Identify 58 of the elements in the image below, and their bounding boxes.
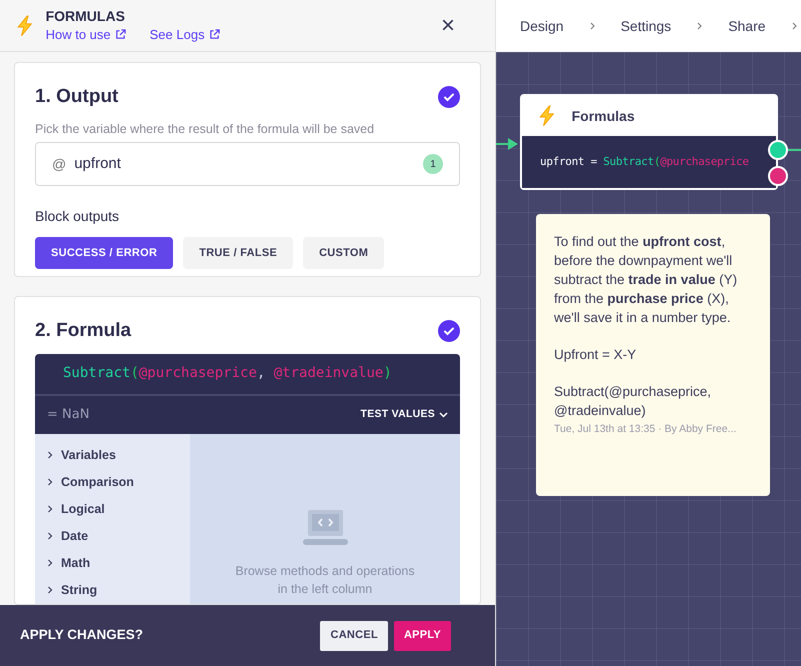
- outputs-label: Block outputs: [35, 207, 120, 226]
- chevron-icon: [47, 478, 53, 486]
- chevron-icon: [47, 532, 53, 540]
- chevron-icon: [47, 505, 53, 513]
- help-link[interactable]: How to use: [46, 24, 126, 44]
- category-item[interactable]: Variables: [35, 442, 190, 468]
- formula-node[interactable]: Formulas upfront = Subtract(@purchaseprice: [520, 94, 778, 190]
- chevron-icon: [47, 586, 53, 594]
- category-item[interactable]: Logical: [35, 496, 190, 522]
- connector-line: [788, 149, 801, 151]
- lightning-icon: [538, 105, 556, 127]
- cancel-button[interactable]: CANCEL: [320, 620, 388, 650]
- close-button[interactable]: ×: [440, 14, 455, 38]
- node-title: Formulas: [572, 106, 635, 126]
- laptop-code-icon: [302, 510, 348, 546]
- apply-question: APPLY CHANGES?: [20, 626, 144, 644]
- section-hint: Pick the variable where the result of the formula will be saved: [35, 120, 376, 138]
- note-text: Subtract(@purchaseprice, @tradeinvalue): [554, 383, 712, 420]
- chevron-icon: [590, 22, 595, 30]
- apply-button[interactable]: APPLY: [394, 620, 451, 650]
- error-port[interactable]: [768, 166, 788, 186]
- category-item[interactable]: Comparison: [35, 468, 190, 496]
- help-link[interactable]: See Logs: [150, 24, 220, 44]
- chevron-icon: [47, 559, 53, 567]
- variable-value: upfront: [74, 154, 122, 174]
- external-link-icon: [114, 29, 126, 40]
- at-sign: @: [52, 154, 66, 174]
- output-option[interactable]: SUCCESS / ERROR: [35, 237, 174, 270]
- chevron-icon: [47, 451, 53, 459]
- breadcrumb-link[interactable]: Share: [728, 16, 766, 36]
- count-badge: 1: [423, 154, 443, 174]
- breadcrumb-link[interactable]: Settings: [620, 16, 672, 36]
- variable-field[interactable]: @ upfront 1: [35, 142, 460, 186]
- note-text: To find out the upfront cost, before the downpayment we'll subtract the trade in value (Y) from the purchase price (X), we'll save it in a number type.: [554, 233, 738, 327]
- formula-code: Subtract(@purchaseprice, @tradeinvalue): [63, 364, 392, 383]
- result-value: = NaN: [47, 406, 90, 424]
- success-port[interactable]: [768, 140, 788, 160]
- chevron-down-icon: [439, 412, 448, 418]
- connector-arrow: [496, 137, 520, 151]
- section-title: 2. Formula: [35, 319, 132, 343]
- note-text: Upfront = X-Y: [554, 346, 638, 364]
- test-values-button[interactable]: TEST VALUES: [360, 406, 448, 422]
- lightning-icon: [16, 14, 34, 36]
- breadcrumb-link[interactable]: Design: [520, 16, 564, 36]
- panel-title: FORMULAS: [46, 6, 126, 25]
- section-title: 1. Output: [35, 85, 118, 109]
- output-option[interactable]: CUSTOM: [303, 237, 384, 270]
- empty-state-text: Browse methods and operations in the left column: [235, 562, 415, 598]
- note-meta: Tue, Jul 13th at 13:35 · By Abby Free...: [554, 422, 738, 437]
- chevron-icon: [792, 22, 797, 30]
- node-formula: upfront = Subtract(@purchaseprice: [540, 154, 749, 170]
- category-item[interactable]: Date: [35, 522, 190, 550]
- category-item[interactable]: String: [35, 576, 190, 604]
- chevron-icon: [697, 22, 702, 30]
- output-option[interactable]: TRUE / FALSE: [183, 237, 294, 270]
- category-item[interactable]: Math: [35, 550, 190, 576]
- formula-editor[interactable]: Subtract(@purchaseprice, @tradeinvalue): [35, 354, 460, 396]
- external-link-icon: [208, 29, 220, 40]
